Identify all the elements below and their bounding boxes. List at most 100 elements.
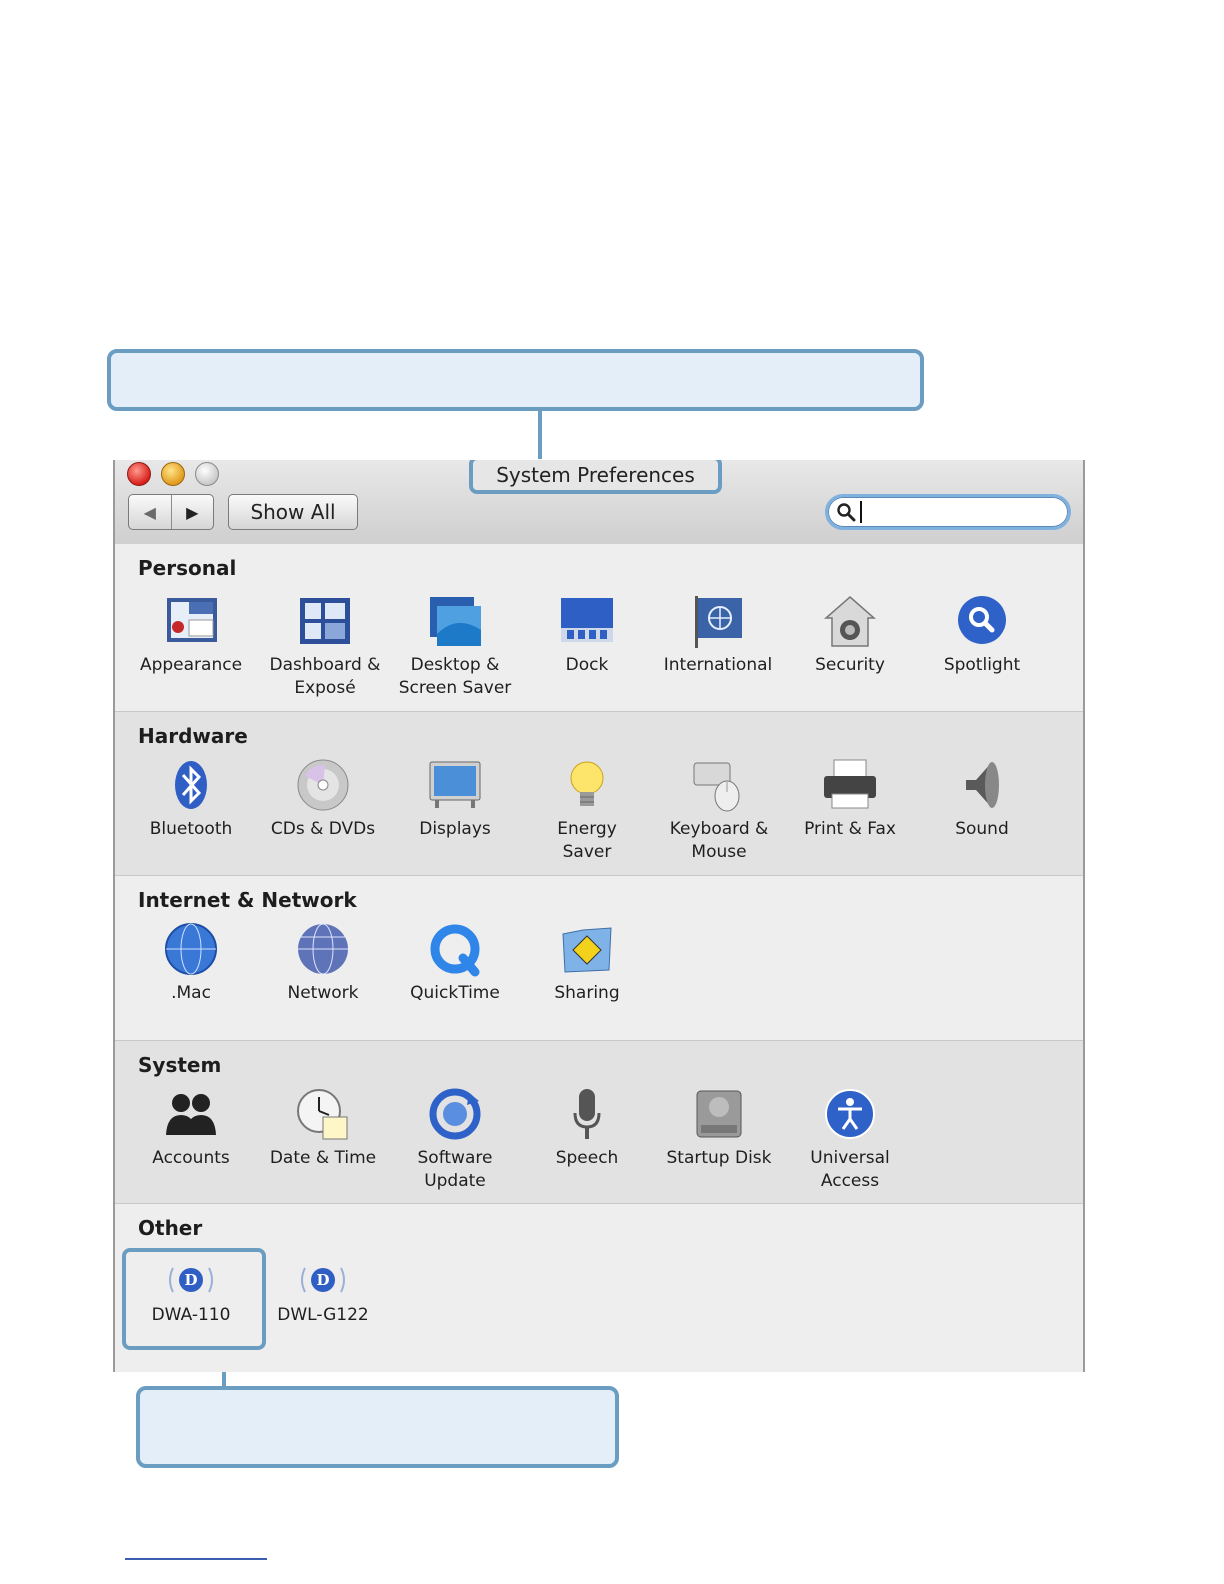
pane-label: Sharing [554, 983, 620, 1003]
system-preferences-window: System Preferences ◀ ▶ Show All Personal… [113, 460, 1085, 1372]
search-field[interactable] [825, 494, 1071, 530]
section-internet-network: Internet & Network .Mac Network QuickTim… [115, 876, 1083, 1041]
search-icon [837, 503, 856, 522]
security-house-icon [822, 594, 878, 650]
section-hardware: Hardware Bluetooth CDs & DVDs Displays E… [115, 712, 1083, 876]
nav-button-group: ◀ ▶ [128, 494, 214, 530]
pane-label: Energy Saver [557, 819, 617, 862]
pane-label: Date & Time [269, 1148, 377, 1168]
back-arrow-icon: ◀ [143, 502, 156, 522]
pane-label: Bluetooth [149, 819, 233, 839]
pane-accounts[interactable]: Accounts [126, 1087, 256, 1170]
software-update-icon [427, 1087, 483, 1143]
section-title-hardware: Hardware [138, 724, 248, 748]
pane-label: Dock [565, 655, 609, 675]
dock-icon [559, 594, 615, 650]
universal-access-icon [822, 1087, 878, 1143]
section-title-system: System [138, 1053, 222, 1077]
pane-security[interactable]: Security [785, 594, 915, 677]
display-monitor-icon [427, 758, 483, 814]
forward-button[interactable]: ▶ [170, 495, 214, 529]
top-callout-connector [538, 409, 542, 459]
svg-text:D: D [316, 1271, 329, 1289]
text-cursor [860, 501, 862, 523]
cd-dvd-icon [295, 758, 351, 814]
pane-label: Desktop & Screen Saver [398, 655, 512, 698]
pane-label: International [663, 655, 773, 675]
section-personal: Personal Appearance Dashboard & Exposé D… [115, 544, 1083, 712]
sharing-folder-icon [559, 922, 615, 978]
quicktime-icon [427, 922, 483, 978]
pane-universal-access[interactable]: Universal Access [785, 1087, 915, 1193]
pane-label: Speech [555, 1148, 619, 1168]
pane-label: Keyboard & Mouse [669, 819, 769, 862]
forward-arrow-icon: ▶ [186, 502, 199, 522]
bottom-callout-box [136, 1386, 619, 1468]
dlink-wireless-icon: D [295, 1260, 351, 1300]
accounts-people-icon [163, 1087, 219, 1143]
dwa-110-highlight-box [122, 1248, 266, 1350]
pane-dwl-g122[interactable]: D DWL-G122 [258, 1260, 388, 1327]
back-button[interactable]: ◀ [129, 495, 171, 529]
pane-label: Software Update [417, 1148, 493, 1191]
window-toolbar: System Preferences ◀ ▶ Show All [115, 460, 1083, 545]
zoom-window-button[interactable] [195, 462, 219, 486]
clock-calendar-icon [295, 1087, 351, 1143]
pane-displays[interactable]: Displays [390, 758, 520, 841]
pane-label: Displays [419, 819, 491, 839]
section-title-other: Other [138, 1216, 203, 1240]
lightbulb-icon [559, 758, 615, 814]
pane-label: .Mac [171, 983, 211, 1003]
mac-globe-icon [163, 922, 219, 978]
pane-label: Security [815, 655, 885, 675]
window-title: System Preferences [469, 460, 722, 494]
pane-mac[interactable]: .Mac [126, 922, 256, 1005]
pane-appearance[interactable]: Appearance [126, 594, 256, 677]
pane-sound[interactable]: Sound [917, 758, 1047, 841]
pane-label: CDs & DVDs [270, 819, 376, 839]
spotlight-magnifier-icon [954, 594, 1010, 650]
pane-software-update[interactable]: Software Update [390, 1087, 520, 1193]
section-title-personal: Personal [138, 556, 237, 580]
pane-bluetooth[interactable]: Bluetooth [126, 758, 256, 841]
pane-energy-saver[interactable]: Energy Saver [522, 758, 652, 864]
pane-label: Print & Fax [804, 819, 896, 839]
international-flag-icon [690, 594, 746, 650]
pane-label: Appearance [139, 655, 243, 675]
microphone-icon [559, 1087, 615, 1143]
speaker-icon [954, 758, 1010, 814]
pane-dock[interactable]: Dock [522, 594, 652, 677]
pane-label: Sound [955, 819, 1009, 839]
close-window-button[interactable] [127, 462, 151, 486]
pane-label: Dashboard & Exposé [269, 655, 381, 698]
desktop-screen-saver-icon [427, 594, 483, 650]
dashboard-expose-icon [297, 594, 353, 650]
network-globe-icon [295, 922, 351, 978]
pane-label: Network [287, 983, 359, 1003]
pane-sharing[interactable]: Sharing [522, 922, 652, 1005]
pane-label: Spotlight [943, 655, 1021, 675]
printer-icon [822, 758, 878, 814]
pane-spotlight[interactable]: Spotlight [917, 594, 1047, 677]
startup-disk-icon [691, 1087, 747, 1143]
pane-international[interactable]: International [653, 594, 783, 677]
pane-network[interactable]: Network [258, 922, 388, 1005]
pane-date-time[interactable]: Date & Time [258, 1087, 388, 1170]
pane-label: QuickTime [410, 983, 500, 1003]
pane-speech[interactable]: Speech [522, 1087, 652, 1170]
top-callout-box [107, 349, 924, 411]
pane-desktop-screen-saver[interactable]: Desktop & Screen Saver [390, 594, 520, 700]
pane-keyboard-mouse[interactable]: Keyboard & Mouse [654, 758, 784, 864]
pane-quicktime[interactable]: QuickTime [390, 922, 520, 1005]
pane-label: Universal Access [810, 1148, 890, 1191]
pane-cds-dvds[interactable]: CDs & DVDs [258, 758, 388, 841]
minimize-window-button[interactable] [161, 462, 185, 486]
pane-print-fax[interactable]: Print & Fax [785, 758, 915, 841]
pane-label: Startup Disk [666, 1148, 772, 1168]
footer-underline [125, 1558, 267, 1560]
show-all-button[interactable]: Show All [228, 494, 358, 530]
appearance-icon [163, 594, 219, 650]
pane-startup-disk[interactable]: Startup Disk [654, 1087, 784, 1170]
pane-dashboard-expose[interactable]: Dashboard & Exposé [260, 594, 390, 700]
bluetooth-icon [163, 758, 219, 814]
